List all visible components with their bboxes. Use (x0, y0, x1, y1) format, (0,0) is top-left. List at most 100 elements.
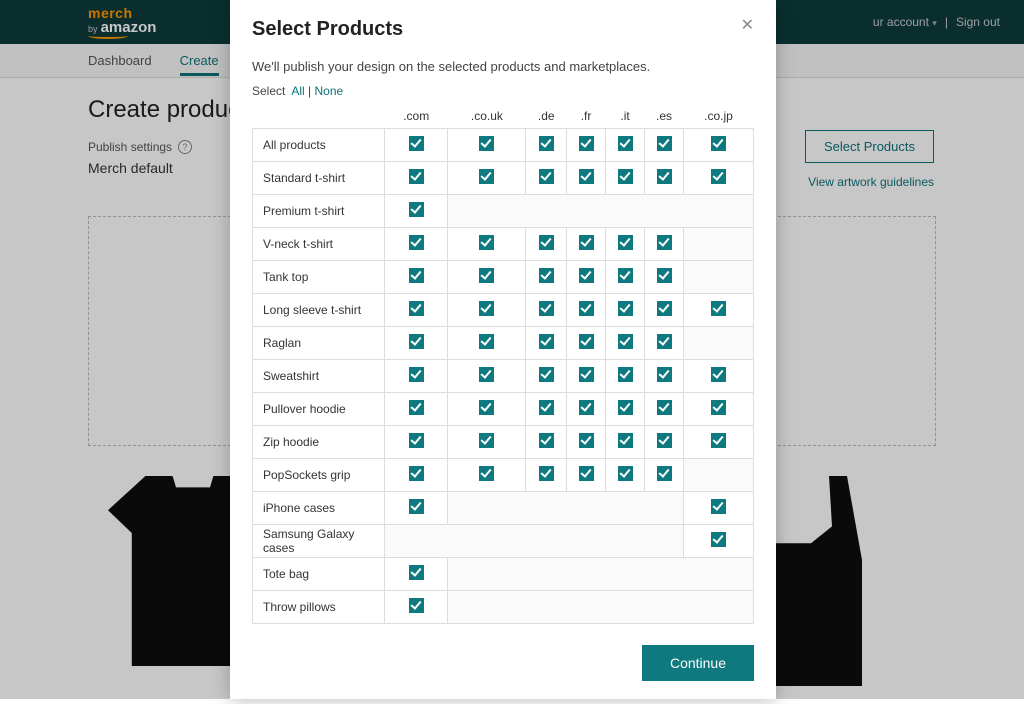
checkbox-cell[interactable] (645, 161, 684, 194)
checkbox-checked-icon[interactable] (711, 532, 726, 547)
checkbox-cell[interactable] (567, 260, 606, 293)
checkbox-cell[interactable] (684, 524, 754, 557)
checkbox-cell[interactable] (385, 590, 448, 623)
checkbox-cell[interactable] (606, 359, 645, 392)
checkbox-checked-icon[interactable] (579, 268, 594, 283)
checkbox-cell[interactable] (606, 260, 645, 293)
checkbox-cell[interactable] (448, 458, 526, 491)
checkbox-checked-icon[interactable] (711, 169, 726, 184)
checkbox-cell[interactable] (606, 425, 645, 458)
checkbox-cell[interactable] (448, 392, 526, 425)
checkbox-checked-icon[interactable] (409, 169, 424, 184)
checkbox-checked-icon[interactable] (657, 433, 672, 448)
checkbox-checked-icon[interactable] (618, 334, 633, 349)
checkbox-cell[interactable] (684, 161, 754, 194)
checkbox-cell[interactable] (567, 425, 606, 458)
checkbox-cell[interactable] (385, 161, 448, 194)
checkbox-cell[interactable] (385, 557, 448, 590)
checkbox-cell[interactable] (526, 128, 567, 161)
checkbox-checked-icon[interactable] (479, 466, 494, 481)
checkbox-checked-icon[interactable] (579, 334, 594, 349)
checkbox-checked-icon[interactable] (409, 202, 424, 217)
checkbox-checked-icon[interactable] (579, 235, 594, 250)
checkbox-checked-icon[interactable] (657, 367, 672, 382)
checkbox-cell[interactable] (385, 194, 448, 227)
checkbox-checked-icon[interactable] (711, 400, 726, 415)
checkbox-checked-icon[interactable] (409, 235, 424, 250)
checkbox-checked-icon[interactable] (539, 136, 554, 151)
checkbox-checked-icon[interactable] (479, 367, 494, 382)
checkbox-checked-icon[interactable] (409, 334, 424, 349)
checkbox-cell[interactable] (526, 260, 567, 293)
checkbox-cell[interactable] (526, 326, 567, 359)
checkbox-checked-icon[interactable] (711, 136, 726, 151)
checkbox-cell[interactable] (645, 128, 684, 161)
checkbox-checked-icon[interactable] (618, 400, 633, 415)
checkbox-cell[interactable] (645, 326, 684, 359)
checkbox-cell[interactable] (567, 392, 606, 425)
checkbox-cell[interactable] (385, 260, 448, 293)
checkbox-checked-icon[interactable] (539, 367, 554, 382)
checkbox-cell[interactable] (567, 458, 606, 491)
checkbox-checked-icon[interactable] (479, 334, 494, 349)
checkbox-checked-icon[interactable] (657, 235, 672, 250)
checkbox-cell[interactable] (567, 359, 606, 392)
checkbox-checked-icon[interactable] (657, 268, 672, 283)
checkbox-checked-icon[interactable] (579, 433, 594, 448)
checkbox-cell[interactable] (606, 392, 645, 425)
checkbox-cell[interactable] (385, 227, 448, 260)
checkbox-checked-icon[interactable] (479, 400, 494, 415)
checkbox-checked-icon[interactable] (409, 301, 424, 316)
checkbox-checked-icon[interactable] (579, 136, 594, 151)
checkbox-cell[interactable] (684, 128, 754, 161)
checkbox-checked-icon[interactable] (657, 301, 672, 316)
checkbox-cell[interactable] (606, 227, 645, 260)
checkbox-cell[interactable] (385, 293, 448, 326)
checkbox-cell[interactable] (526, 161, 567, 194)
checkbox-cell[interactable] (645, 359, 684, 392)
checkbox-cell[interactable] (385, 392, 448, 425)
checkbox-checked-icon[interactable] (618, 235, 633, 250)
checkbox-checked-icon[interactable] (409, 433, 424, 448)
checkbox-cell[interactable] (385, 326, 448, 359)
checkbox-checked-icon[interactable] (409, 598, 424, 613)
checkbox-checked-icon[interactable] (539, 268, 554, 283)
checkbox-checked-icon[interactable] (409, 400, 424, 415)
checkbox-cell[interactable] (385, 491, 448, 524)
checkbox-checked-icon[interactable] (618, 136, 633, 151)
checkbox-checked-icon[interactable] (711, 499, 726, 514)
checkbox-checked-icon[interactable] (479, 268, 494, 283)
checkbox-cell[interactable] (385, 425, 448, 458)
checkbox-checked-icon[interactable] (618, 268, 633, 283)
checkbox-cell[interactable] (448, 293, 526, 326)
checkbox-checked-icon[interactable] (479, 301, 494, 316)
checkbox-cell[interactable] (645, 392, 684, 425)
checkbox-checked-icon[interactable] (409, 367, 424, 382)
checkbox-cell[interactable] (567, 161, 606, 194)
checkbox-checked-icon[interactable] (579, 301, 594, 316)
checkbox-cell[interactable] (526, 293, 567, 326)
checkbox-cell[interactable] (684, 491, 754, 524)
checkbox-cell[interactable] (645, 260, 684, 293)
checkbox-checked-icon[interactable] (579, 169, 594, 184)
checkbox-cell[interactable] (684, 425, 754, 458)
checkbox-cell[interactable] (567, 326, 606, 359)
checkbox-cell[interactable] (645, 227, 684, 260)
checkbox-cell[interactable] (385, 359, 448, 392)
checkbox-checked-icon[interactable] (657, 466, 672, 481)
checkbox-cell[interactable] (526, 425, 567, 458)
checkbox-cell[interactable] (567, 128, 606, 161)
checkbox-checked-icon[interactable] (409, 136, 424, 151)
checkbox-cell[interactable] (684, 392, 754, 425)
checkbox-checked-icon[interactable] (579, 466, 594, 481)
checkbox-cell[interactable] (526, 458, 567, 491)
checkbox-cell[interactable] (567, 227, 606, 260)
checkbox-cell[interactable] (684, 293, 754, 326)
checkbox-checked-icon[interactable] (539, 433, 554, 448)
checkbox-cell[interactable] (385, 458, 448, 491)
checkbox-cell[interactable] (684, 359, 754, 392)
checkbox-checked-icon[interactable] (479, 433, 494, 448)
checkbox-cell[interactable] (526, 392, 567, 425)
checkbox-checked-icon[interactable] (539, 169, 554, 184)
checkbox-checked-icon[interactable] (657, 334, 672, 349)
